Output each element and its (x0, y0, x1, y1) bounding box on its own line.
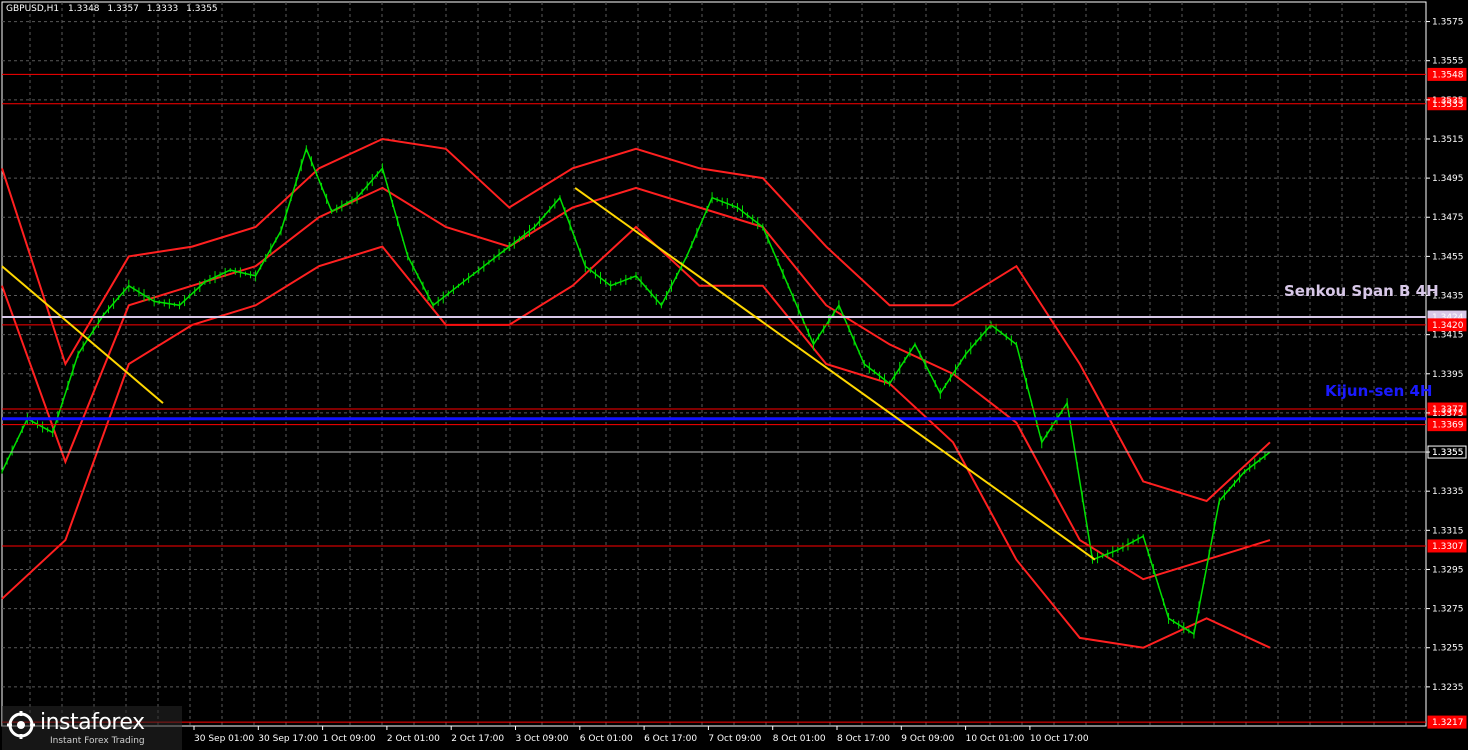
y-tick-label: 1.3335 (1432, 487, 1464, 497)
y-tick-label: 1.3475 (1432, 213, 1464, 223)
logo-brand: instaforex (40, 710, 145, 735)
y-tick-label: 1.3295 (1432, 565, 1464, 575)
logo-tagline: Instant Forex Trading (50, 736, 145, 746)
senkou-span-b-label: Senkou Span B 4H (1284, 282, 1439, 300)
x-tick-label: 6 Oct 17:00 (644, 734, 697, 744)
y-tick-label: 1.3235 (1432, 683, 1464, 693)
x-tick-label: 2 Oct 01:00 (387, 734, 440, 744)
x-tick-label: 3 Oct 09:00 (516, 734, 569, 744)
x-tick-label: 1 Oct 09:00 (323, 734, 376, 744)
y-tick-label: 1.3515 (1432, 135, 1464, 145)
ohlc-high: 1.3357 (107, 4, 139, 14)
x-tick-label: 7 Oct 09:00 (708, 734, 761, 744)
symbol-label: GBPUSD,H1 (6, 4, 60, 14)
level-1-3369-price-label: 1.3369 (1432, 421, 1464, 431)
x-tick-label: 30 Sep 17:00 (258, 734, 318, 744)
ohlc-low: 1.3333 (146, 4, 179, 14)
level-1-3307-price-label: 1.3307 (1432, 542, 1464, 552)
ohlc-open: 1.3348 (68, 4, 100, 14)
x-tick-label: 6 Oct 01:00 (580, 734, 633, 744)
instaforex-logo: instaforex Instant Forex Trading (2, 706, 182, 750)
x-tick-label: 10 Oct 17:00 (1030, 734, 1089, 744)
y-tick-label: 1.3395 (1432, 370, 1464, 380)
x-tick-label: 8 Oct 17:00 (837, 734, 890, 744)
level-1-3548-price-label: 1.3548 (1432, 70, 1464, 80)
y-tick-label: 1.3375 (1432, 409, 1464, 419)
price-chart: 1.35481.35331.34241.34201.33771.33691.33… (0, 0, 1468, 750)
y-tick-label: 1.3255 (1432, 644, 1464, 654)
x-tick-label: 30 Sep 01:00 (194, 734, 254, 744)
y-tick-label: 1.3455 (1432, 252, 1464, 262)
y-tick-label: 1.3535 (1432, 96, 1464, 106)
y-tick-label: 1.3275 (1432, 605, 1464, 615)
logo-gear-icon (7, 711, 35, 739)
chart-header: GBPUSD,H1 1.3348 1.3357 1.3333 1.3355 (6, 4, 223, 14)
y-tick-label: 1.3415 (1432, 331, 1464, 341)
kijun-sen-label: Kijun-sen 4H (1325, 382, 1433, 400)
level-1-3420-price-label: 1.3420 (1432, 321, 1464, 331)
y-tick-label: 1.3495 (1432, 174, 1464, 184)
y-tick-label: 1.3315 (1432, 526, 1464, 536)
x-tick-label: 9 Oct 09:00 (901, 734, 954, 744)
x-tick-label: 2 Oct 17:00 (451, 734, 504, 744)
x-tick-label: 8 Oct 01:00 (773, 734, 826, 744)
ohlc-values: 1.3348 1.3357 1.3333 1.3355 (68, 4, 223, 14)
x-tick-label: 10 Oct 01:00 (966, 734, 1025, 744)
level-1-3217-price-label: 1.3217 (1432, 718, 1464, 728)
y-tick-label: 1.3355 (1432, 448, 1464, 458)
y-tick-label: 1.3575 (1432, 18, 1464, 28)
y-tick-label: 1.3555 (1432, 57, 1464, 67)
ohlc-close: 1.3355 (186, 4, 218, 14)
